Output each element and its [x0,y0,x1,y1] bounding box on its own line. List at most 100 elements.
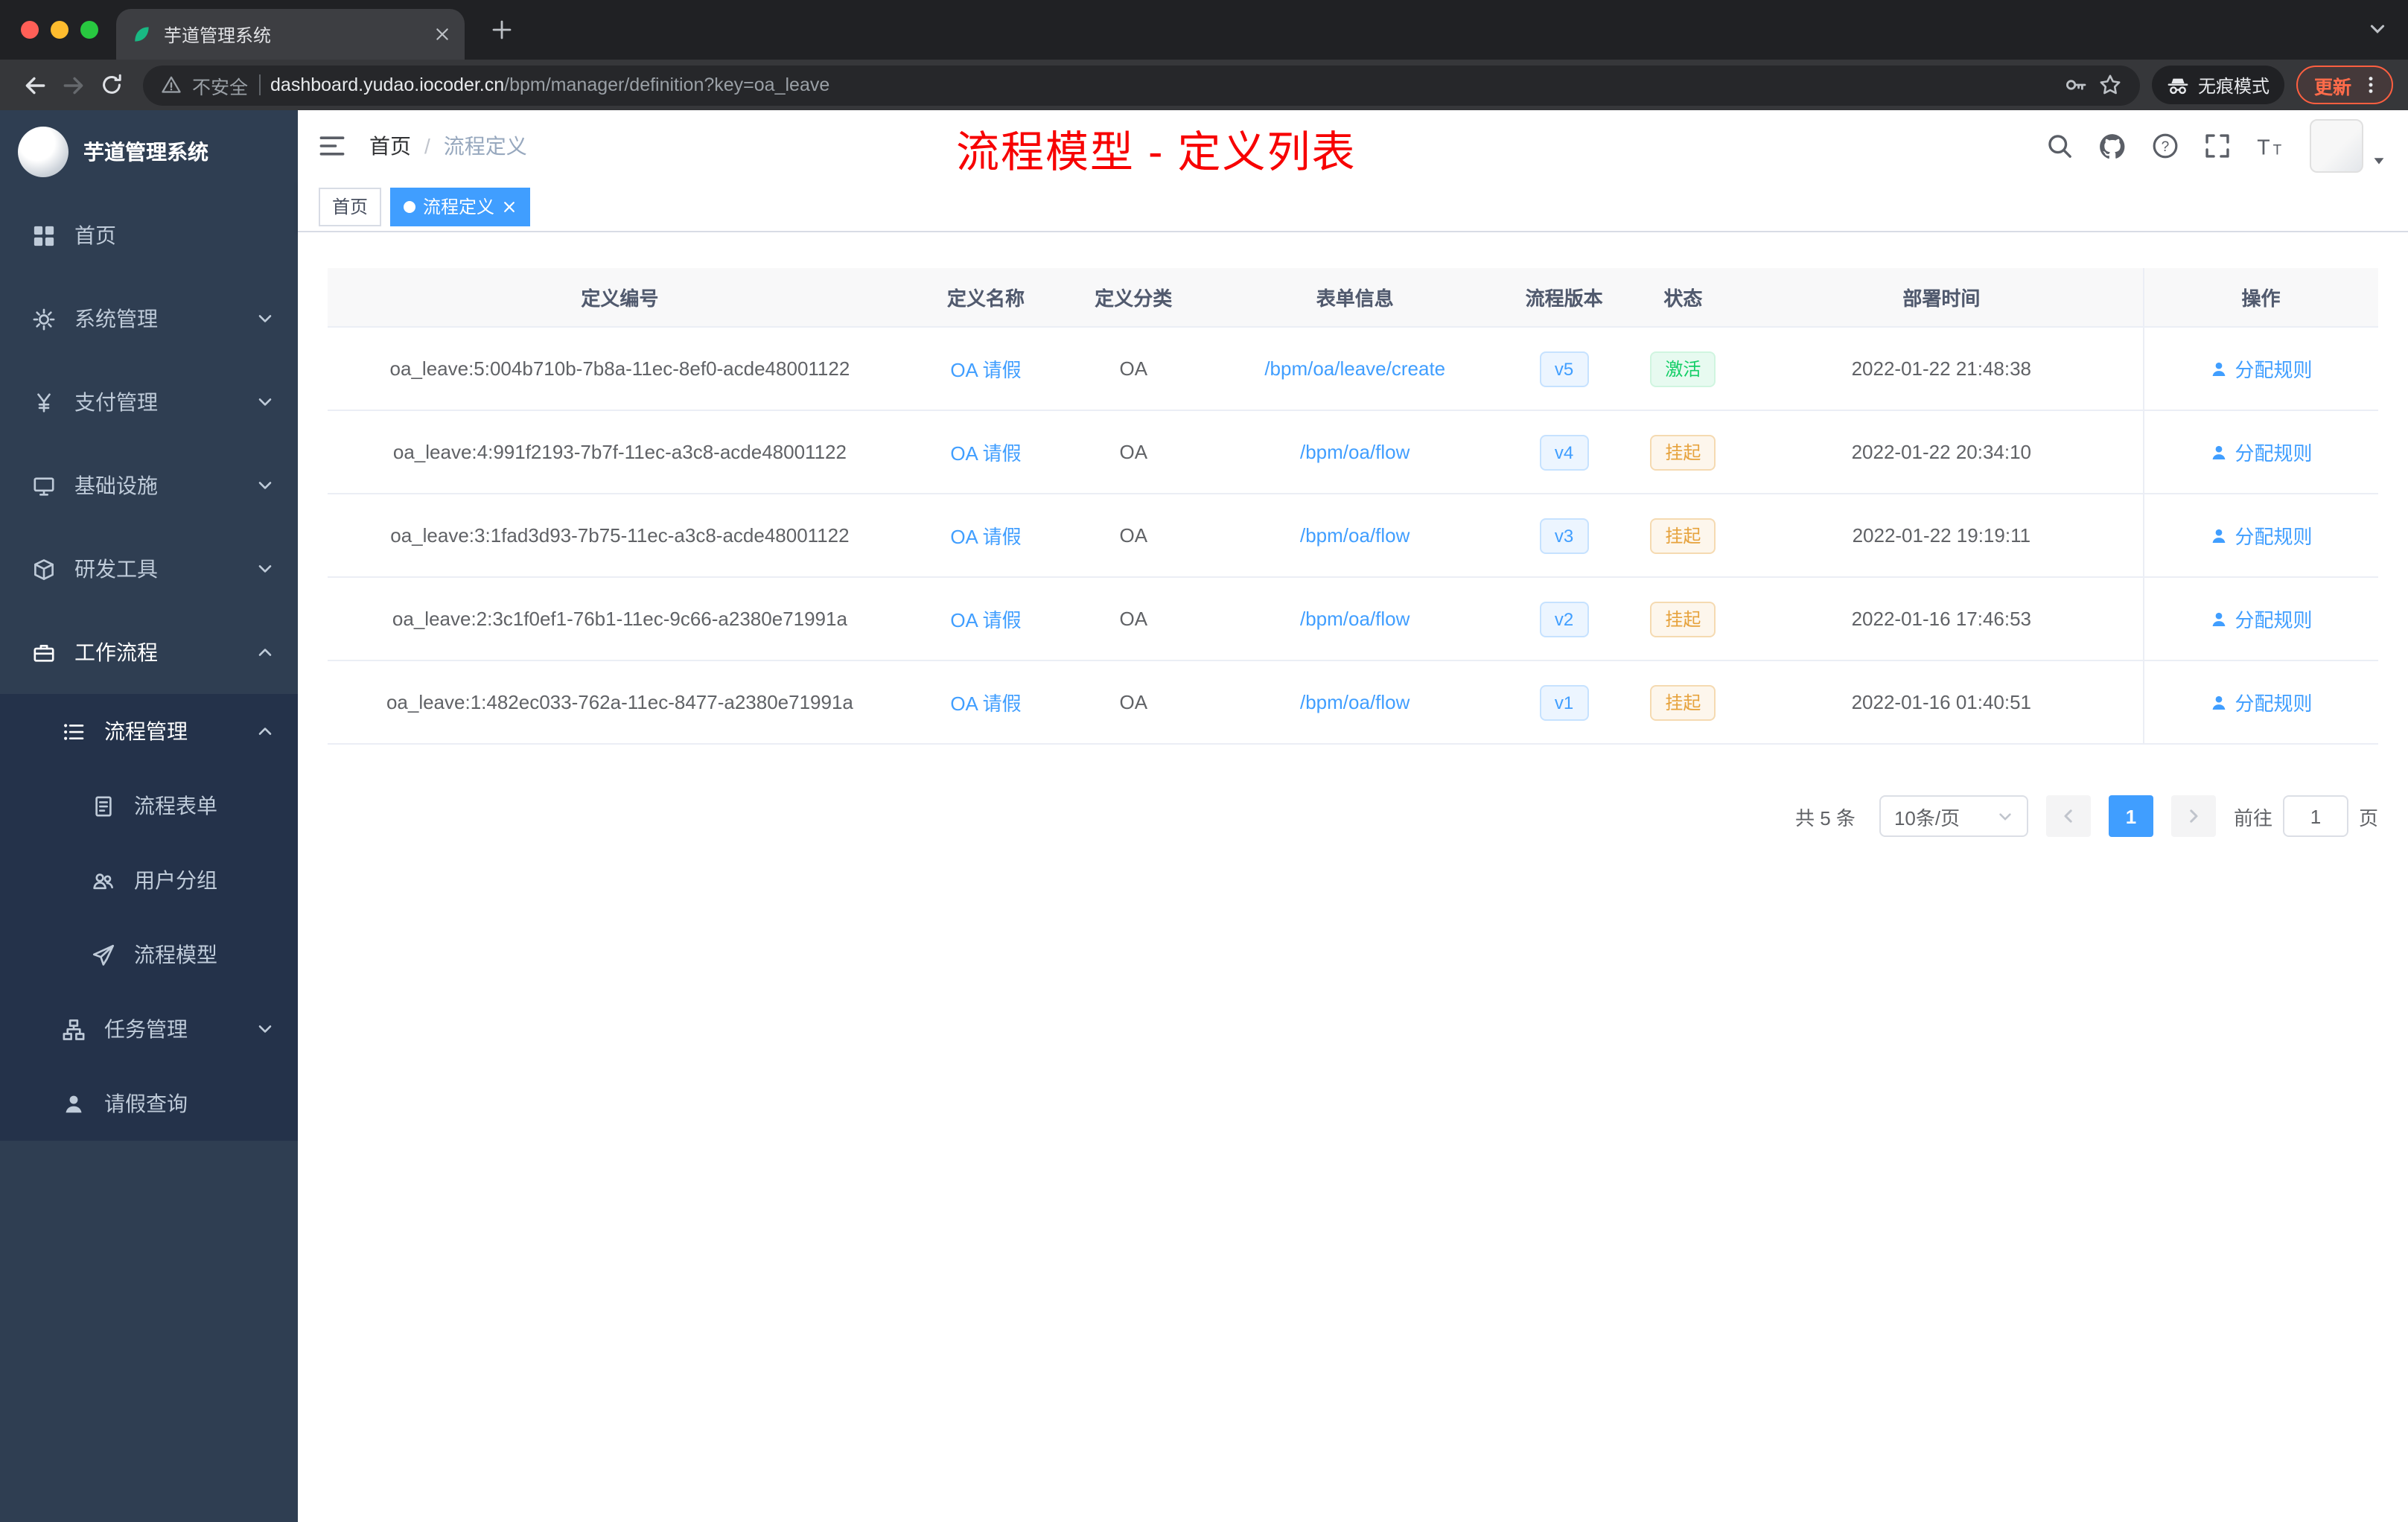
sidebar-item-label: 工作流程 [74,640,158,664]
tag-1[interactable]: 流程定义 [390,187,531,226]
page-size-value: 10条/页 [1893,806,1961,829]
content-area: 首页 / 流程定义 流程模型 - 定义列表 ? TT 首页流程定义 定义编号 定… [298,110,2408,1522]
tag-0[interactable]: 首页 [319,187,382,226]
cell-actions: 分配规则 [2142,328,2378,410]
cell-definition-id: oa_leave:5:004b710b-7b8a-11ec-8ef0-acde4… [389,357,850,380]
chevron-down-icon [256,477,274,494]
column-header-8: 操作 [2142,268,2378,326]
github-icon[interactable] [2098,132,2127,160]
prev-page-button[interactable] [2045,795,2091,837]
avatar[interactable] [2310,119,2363,173]
assign-rule-button[interactable]: 分配规则 [2210,605,2313,633]
payment-icon [30,391,57,413]
status-badge: 挂起 [1650,601,1716,637]
process-form-icon [89,795,116,817]
forward-button[interactable] [54,66,92,104]
logo-title: 芋道管理系统 [83,140,208,164]
sidebar-item-workflow[interactable]: 工作流程 [0,611,298,694]
window-close-button[interactable] [21,21,39,39]
definition-name-link[interactable]: OA 请假 [950,521,1021,550]
sidebar-item-payment[interactable]: 支付管理 [0,360,298,444]
cell-form-info: /bpm/oa/leave/create [1207,328,1503,410]
sidebar-item-leave-query[interactable]: 请假查询 [0,1066,298,1141]
definition-name-link[interactable]: OA 请假 [950,688,1021,716]
browser-tab[interactable]: 芋道管理系统 [116,9,465,60]
app-main: 芋道管理系统 首页系统管理支付管理 基础设施 研发工具工作流程流程管理流程表单用户分… [0,110,2408,1522]
next-page-button[interactable] [2170,795,2216,837]
goto-page-input[interactable] [2282,795,2348,837]
current-page-button[interactable]: 1 [2108,795,2153,837]
definition-name-link[interactable]: OA 请假 [950,605,1021,633]
help-question-icon[interactable]: ? [2152,133,2179,159]
url-text: dashboard.yudao.iocoder.cn/bpm/manager/d… [270,74,829,95]
definition-name-link[interactable]: OA 请假 [950,438,1021,466]
form-info-link[interactable]: /bpm/oa/flow [1300,691,1410,713]
user-avatar-menu[interactable] [2310,119,2387,173]
task-manage-icon [60,1018,86,1040]
chevron-down-icon [256,310,274,328]
url-path: /bpm/manager/definition?key=oa_leave [504,74,830,95]
screen: 芋道管理系统 不安全 dashboard.yudao.iocoder.cn/bp… [0,0,2408,1522]
cell-definition-category: OA [1119,357,1148,380]
sidebar-item-label: 请假查询 [104,1092,188,1115]
form-info-link[interactable]: /bpm/oa/leave/create [1264,357,1445,380]
sidebar-item-home[interactable]: 首页 [0,194,298,277]
sidebar-item-process-form[interactable]: 流程表单 [0,768,298,843]
breadcrumb-home[interactable]: 首页 [369,131,411,161]
new-tab-button[interactable] [482,10,521,49]
sidebar-item-infrastructure[interactable]: 基础设施 [0,444,298,527]
incognito-icon [2167,74,2189,96]
table-header: 定义编号 定义名称 定义分类 表单信息 流程版本 状态 部署时间 操作 [328,268,2378,328]
logo-avatar [18,127,69,177]
cell-status: 挂起 [1625,411,1740,493]
column-header-2: 定义名称 [947,287,1025,310]
window-minimize-button[interactable] [51,21,69,39]
assign-rule-label: 分配规则 [2235,692,2313,715]
definition-table: 定义编号 定义名称 定义分类 表单信息 流程版本 状态 部署时间 操作 oa_leave:5:… [328,268,2378,745]
search-icon[interactable] [2046,133,2073,159]
form-info-link[interactable]: /bpm/oa/flow [1300,524,1410,547]
cell-definition-id: oa_leave:2:3c1f0ef1-76b1-11ec-9c66-a2380… [392,608,847,630]
assign-rule-button[interactable]: 分配规则 [2210,354,2313,383]
window-zoom-button[interactable] [80,21,98,39]
cell-status: 挂起 [1625,578,1740,660]
assign-rule-button[interactable]: 分配规则 [2210,521,2313,550]
definition-name-link[interactable]: OA 请假 [950,354,1021,383]
reload-button[interactable] [92,66,131,104]
sidebar-item-task-manage[interactable]: 任务管理 [0,992,298,1066]
assign-rule-button[interactable]: 分配规则 [2210,688,2313,716]
sidebar-item-user-group[interactable]: 用户分组 [0,843,298,917]
tag-close-icon[interactable] [502,199,517,214]
browser-update-button[interactable]: 更新 [2296,66,2393,104]
cell-process-version: v3 [1503,494,1625,576]
page-size-select[interactable]: 10条/页 [1879,795,2028,837]
cell-deploy-time: 2022-01-16 17:46:53 [1851,608,2032,630]
form-info-link[interactable]: /bpm/oa/flow [1300,441,1410,463]
sidebar-item-label: 流程表单 [134,794,217,818]
cell-definition-name: OA 请假 [912,661,1060,743]
address-bar[interactable]: 不安全 dashboard.yudao.iocoder.cn/bpm/manag… [143,65,2140,105]
sidebar-menu: 首页系统管理支付管理 基础设施 研发工具工作流程流程管理流程表单用户分组 流程模型 任务… [0,194,298,1522]
browser-menu-kebab-icon[interactable] [2360,74,2381,95]
hamburger-icon[interactable] [319,133,345,159]
cell-actions: 分配规则 [2142,578,2378,660]
tab-close-icon[interactable] [435,27,450,42]
bookmark-star-icon[interactable] [2098,73,2122,97]
cell-process-version: v2 [1503,578,1625,660]
sidebar-item-dev-tools[interactable]: 研发工具 [0,527,298,611]
form-info-link[interactable]: /bpm/oa/flow [1300,608,1410,630]
font-size-icon[interactable]: TT [2256,132,2284,160]
version-badge: v5 [1539,351,1589,386]
back-button[interactable] [15,66,54,104]
sidebar-item-process-manage[interactable]: 流程管理 [0,694,298,768]
cell-definition-category: OA [1119,441,1148,463]
sidebar-item-label: 系统管理 [74,307,158,331]
fullscreen-icon[interactable] [2204,133,2231,159]
svg-text:T: T [2257,136,2270,159]
tab-search-icon[interactable] [2368,19,2387,39]
chevron-down-icon [256,1020,274,1038]
sidebar-item-process-model[interactable]: 流程模型 [0,917,298,992]
password-key-icon[interactable] [2064,73,2088,97]
sidebar-item-system[interactable]: 系统管理 [0,277,298,360]
assign-rule-button[interactable]: 分配规则 [2210,438,2313,466]
